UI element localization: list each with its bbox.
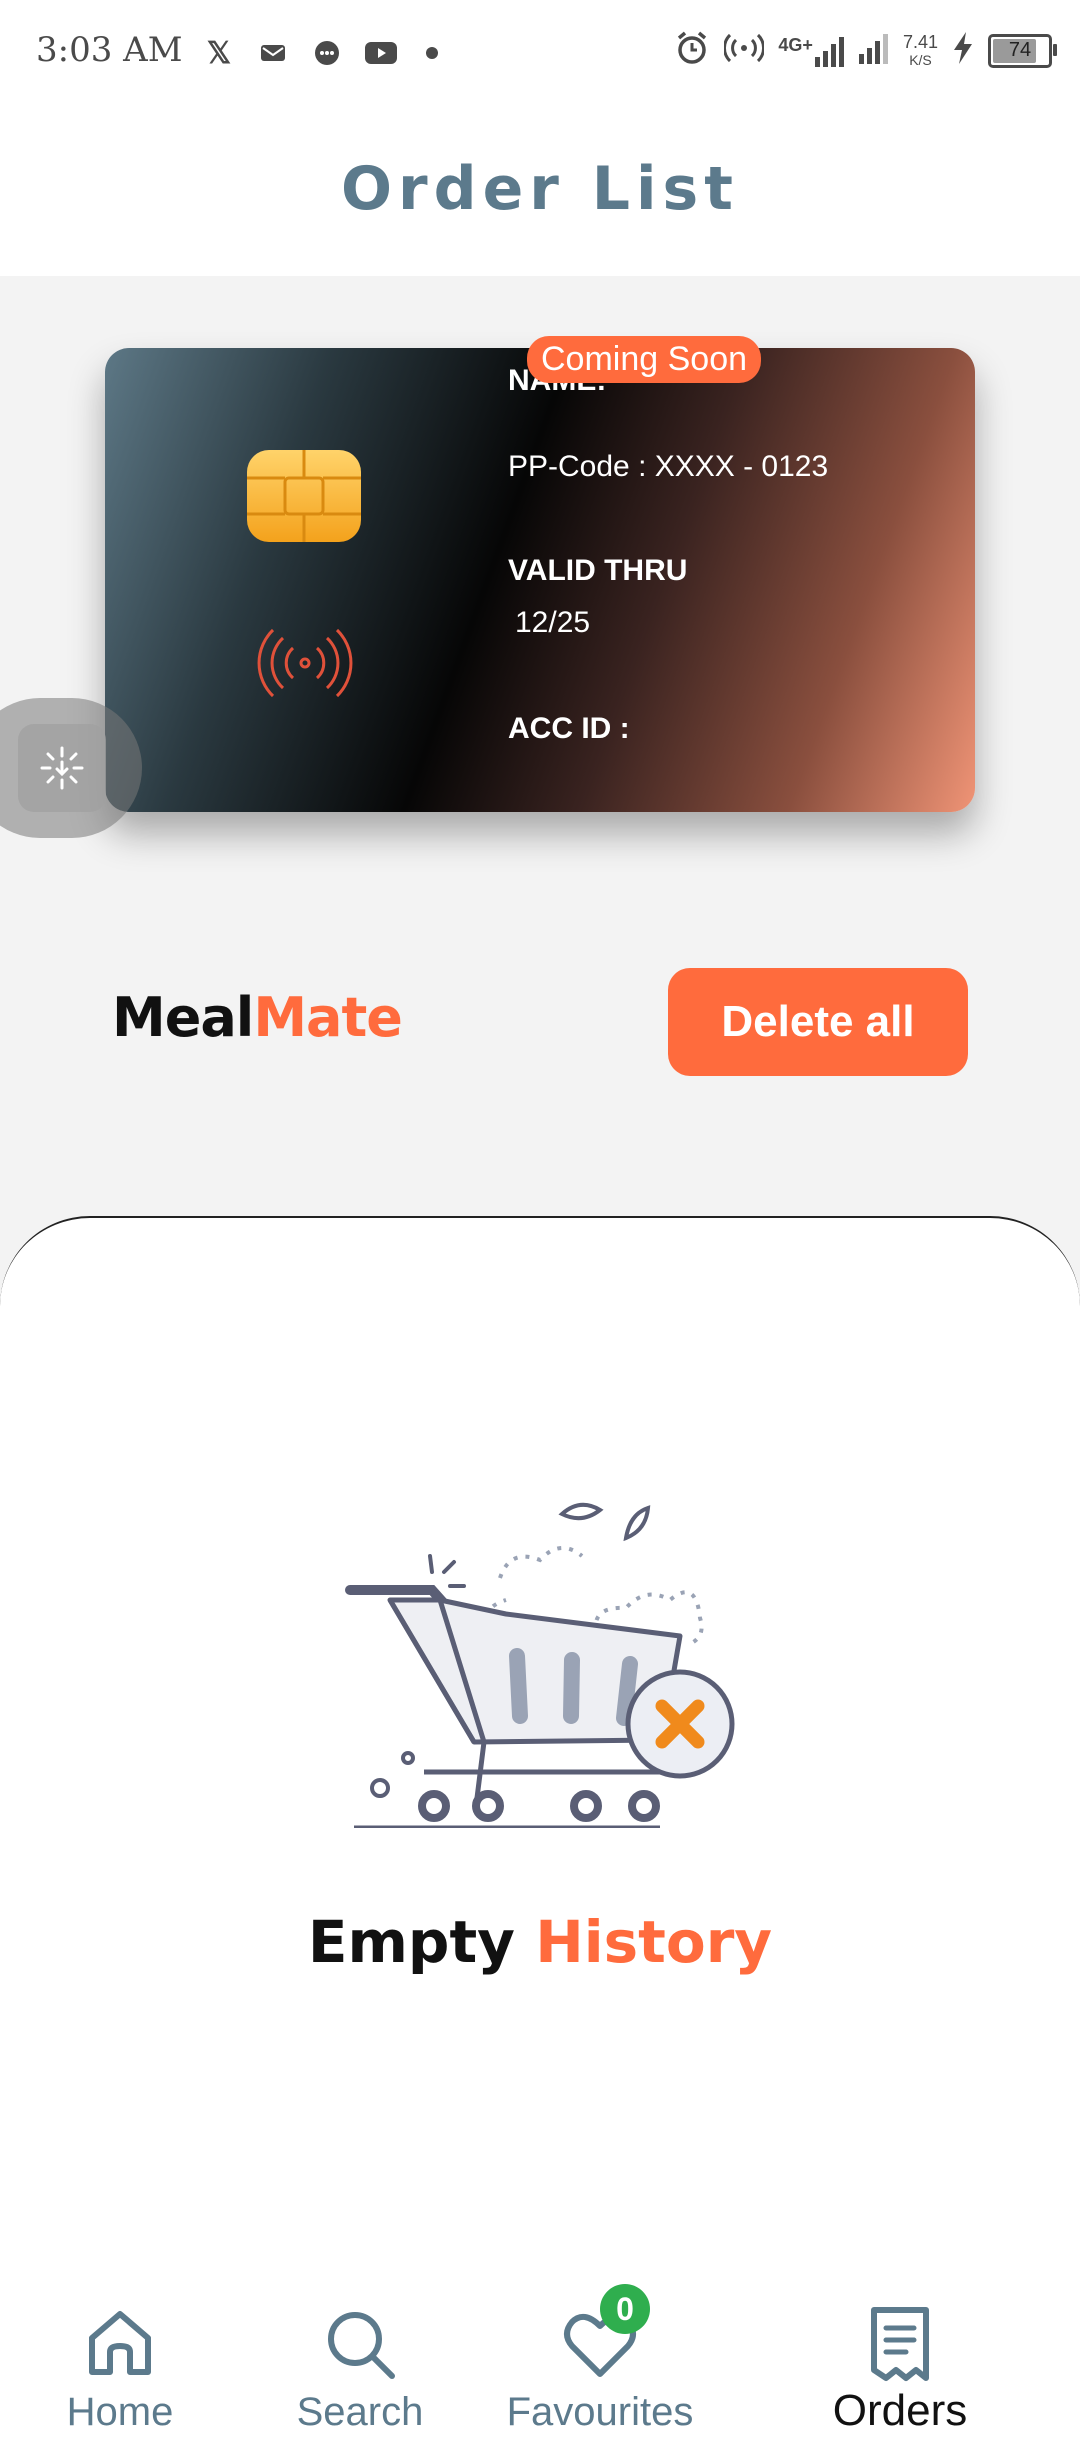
card-valid-label: VALID THRU [508, 554, 688, 587]
net-speed-value: 7.41 [902, 31, 938, 52]
system-icons: 4G+ 7.41 K/S 74 [674, 30, 1057, 71]
nfc-icon [257, 628, 353, 698]
nav-label-home: Home [66, 2390, 174, 2434]
status-bar: 3:03 AM 𝕏 4G+ 7.41 K/S 74 [0, 0, 1080, 108]
battery-icon: 74 [988, 33, 1057, 68]
bottom-nav: Home Search 0 Favourites Orders [0, 2280, 1080, 2460]
empty-title-part1: Empty [307, 1908, 515, 1976]
battery-level: 74 [1008, 39, 1032, 61]
more-notifications-dot [426, 47, 438, 59]
empty-title-part2: History [535, 1908, 773, 1976]
status-time: 3:03 AM [36, 30, 183, 70]
brand-part1: Meal [112, 986, 254, 1049]
heart-icon: 0 [560, 2284, 650, 2384]
alarm-icon [674, 30, 710, 71]
charging-icon [952, 32, 974, 69]
hotspot-icon [723, 33, 766, 68]
brand-part2: Mate [253, 986, 403, 1049]
chat-icon [308, 34, 346, 72]
signal-icon [858, 32, 889, 69]
empty-cart-illustration [345, 1502, 735, 1828]
search-icon [328, 2312, 395, 2379]
floating-recorder-button[interactable] [0, 698, 142, 838]
nav-item-home[interactable]: Home [20, 2280, 220, 2460]
receipt-icon [871, 2307, 929, 2381]
chip-icon [247, 450, 361, 542]
net-speed: 7.41 K/S [903, 33, 938, 69]
payment-card: NAME: Coming Soon PP-Code : XXXX - 0123 … [105, 336, 975, 812]
nav-label-favourites: Favourites [506, 2390, 694, 2434]
x-app-icon: 𝕏 [206, 36, 232, 70]
delete-all-button[interactable]: Delete all [668, 968, 968, 1076]
brand-logo: MealMate [112, 986, 403, 1049]
coming-soon-badge: Coming Soon [527, 336, 762, 383]
card-acc-label: ACC ID : [508, 712, 630, 745]
nav-label-search: Search [296, 2390, 424, 2434]
home-icon [89, 2311, 151, 2375]
recorder-icon[interactable] [18, 724, 106, 812]
nav-item-search[interactable]: Search [260, 2280, 460, 2460]
empty-state-title: Empty History [0, 1908, 1080, 1976]
nav-item-orders[interactable]: Orders [800, 2280, 1000, 2460]
page-title: Order List [341, 154, 739, 224]
app-header: Order List [0, 108, 1080, 276]
nav-label-orders: Orders [832, 2386, 968, 2435]
mail-icon [254, 34, 292, 72]
signal-4g-icon: 4G+ [778, 35, 845, 67]
card-pp-code: PP-Code : XXXX - 0123 [508, 450, 829, 483]
favourites-count-badge: 0 [600, 2284, 650, 2334]
history-panel: Empty History [0, 1216, 1080, 2462]
network-type: 4G+ [778, 34, 813, 55]
youtube-icon [362, 34, 400, 72]
nav-item-favourites[interactable]: 0 Favourites [500, 2280, 700, 2460]
notification-icons: 𝕏 [200, 34, 438, 72]
card-valid-value: 12/25 [515, 606, 591, 639]
net-speed-unit: K/S [909, 51, 932, 68]
